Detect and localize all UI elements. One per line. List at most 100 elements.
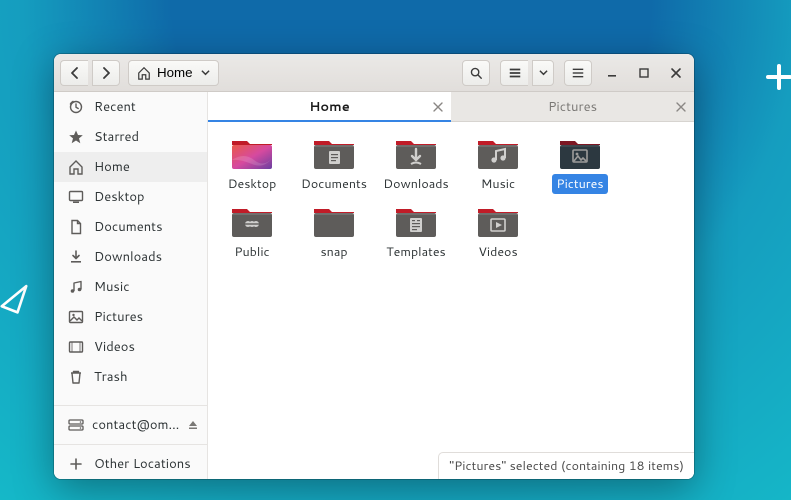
- pathbar: Home: [128, 60, 219, 86]
- folder-item-snap[interactable]: snap: [304, 204, 364, 262]
- sidebar: Recent Starred Home Desktop Documents Downloa…: [54, 92, 208, 479]
- sidebar-other-locations[interactable]: Other Locations: [54, 449, 207, 479]
- chevron-left-icon: [69, 67, 81, 79]
- trash-icon: [68, 369, 84, 385]
- tab-close-button[interactable]: [676, 102, 686, 112]
- sidebar-item-videos[interactable]: Videos: [54, 332, 207, 362]
- status-text: "Pictures" selected (containing 18 items…: [449, 457, 684, 475]
- folder-label: Templates: [382, 242, 450, 262]
- close-icon: [676, 102, 686, 112]
- tab-home[interactable]: Home: [208, 92, 451, 121]
- sidebar-item-label: Pictures: [94, 308, 143, 326]
- sidebar-item-label: Downloads: [94, 248, 162, 266]
- folder-icon: [230, 136, 274, 170]
- sidebar-item-label: Desktop: [94, 188, 145, 206]
- main-pane: Home Pictures Desktop Documents Downloads…: [208, 92, 694, 479]
- tab-label: Pictures: [548, 98, 597, 116]
- home-icon: [68, 159, 84, 175]
- chevron-right-icon: [100, 67, 112, 79]
- sidebar-item-pictures[interactable]: Pictures: [54, 302, 207, 332]
- desktop-icon: [68, 189, 84, 205]
- folder-label: snap: [316, 242, 351, 262]
- eject-button[interactable]: [187, 416, 199, 434]
- sidebar-item-home[interactable]: Home: [54, 152, 207, 182]
- tab-pictures[interactable]: Pictures: [451, 92, 694, 121]
- search-icon: [469, 66, 483, 80]
- folder-icon: [394, 136, 438, 170]
- list-view-button[interactable]: [500, 60, 528, 86]
- videos-icon: [68, 339, 84, 355]
- headerbar: Home: [54, 54, 694, 92]
- folder-icon: [230, 204, 274, 238]
- clock-icon: [68, 99, 84, 115]
- wallpaper-triangle-decoration: [0, 280, 35, 315]
- pathbar-label: Home: [157, 65, 193, 80]
- back-button[interactable]: [60, 60, 88, 86]
- folder-label: Desktop: [224, 174, 281, 194]
- folder-item-music[interactable]: Music: [468, 136, 528, 194]
- plus-icon: [68, 456, 84, 472]
- sidebar-item-label: Trash: [94, 368, 128, 386]
- folder-label: Music: [477, 174, 519, 194]
- folder-label: Public: [230, 242, 273, 262]
- folder-item-videos[interactable]: Videos: [468, 204, 528, 262]
- sidebar-item-label: Recent: [94, 98, 136, 116]
- window-maximize-button[interactable]: [632, 61, 656, 85]
- forward-button[interactable]: [92, 60, 120, 86]
- folder-label: Videos: [474, 242, 521, 262]
- tab-label: Home: [309, 98, 350, 116]
- tab-close-button[interactable]: [433, 102, 443, 112]
- sidebar-item-label: Music: [94, 278, 130, 296]
- hamburger-menu-button[interactable]: [564, 60, 592, 86]
- sidebar-item-label: Home: [94, 158, 130, 176]
- sidebar-item-recent[interactable]: Recent: [54, 92, 207, 122]
- icon-view[interactable]: Desktop Documents Downloads Music Pictur…: [208, 122, 694, 479]
- folder-item-pictures[interactable]: Pictures: [550, 136, 610, 194]
- sidebar-item-label: Documents: [94, 218, 163, 236]
- folder-item-documents[interactable]: Documents: [304, 136, 364, 194]
- close-icon: [670, 67, 682, 79]
- tab-bar: Home Pictures: [208, 92, 694, 122]
- sidebar-item-label: Videos: [94, 338, 135, 356]
- eject-icon: [187, 419, 199, 431]
- folder-label: Downloads: [379, 174, 452, 194]
- folder-icon: [312, 204, 356, 238]
- pathbar-caret-icon: [201, 68, 210, 77]
- search-button[interactable]: [462, 60, 490, 86]
- maximize-icon: [638, 67, 650, 79]
- sidebar-item-desktop[interactable]: Desktop: [54, 182, 207, 212]
- window-minimize-button[interactable]: [600, 61, 624, 85]
- sidebar-item-label: Starred: [94, 128, 139, 146]
- minimize-icon: [606, 67, 618, 79]
- sidebar-item-music[interactable]: Music: [54, 272, 207, 302]
- pictures-icon: [68, 309, 84, 325]
- status-bar: "Pictures" selected (containing 18 items…: [438, 452, 694, 479]
- documents-icon: [68, 219, 84, 235]
- sidebar-item-downloads[interactable]: Downloads: [54, 242, 207, 272]
- folder-icon: [476, 204, 520, 238]
- folder-icon: [312, 136, 356, 170]
- home-icon: [137, 66, 151, 80]
- pathbar-home-button[interactable]: Home: [128, 60, 219, 86]
- sidebar-item-documents[interactable]: Documents: [54, 212, 207, 242]
- music-icon: [68, 279, 84, 295]
- sidebar-other-locations-label: Other Locations: [94, 455, 191, 473]
- folder-label: Documents: [297, 174, 371, 194]
- hamburger-icon: [571, 66, 585, 80]
- folder-item-desktop[interactable]: Desktop: [222, 136, 282, 194]
- file-manager-window: Home: [54, 54, 694, 479]
- sidebar-account-label: contact@om…: [92, 416, 179, 434]
- folder-item-templates[interactable]: Templates: [386, 204, 446, 262]
- download-icon: [68, 249, 84, 265]
- folder-item-public[interactable]: Public: [222, 204, 282, 262]
- folder-item-downloads[interactable]: Downloads: [386, 136, 446, 194]
- network-drive-icon: [68, 417, 84, 433]
- sidebar-item-starred[interactable]: Starred: [54, 122, 207, 152]
- folder-icon: [476, 136, 520, 170]
- folder-icon: [558, 136, 602, 170]
- sidebar-account[interactable]: contact@om…: [54, 410, 207, 440]
- sidebar-item-trash[interactable]: Trash: [54, 362, 207, 392]
- view-options-button[interactable]: [532, 60, 554, 86]
- caret-down-icon: [539, 68, 548, 77]
- window-close-button[interactable]: [664, 61, 688, 85]
